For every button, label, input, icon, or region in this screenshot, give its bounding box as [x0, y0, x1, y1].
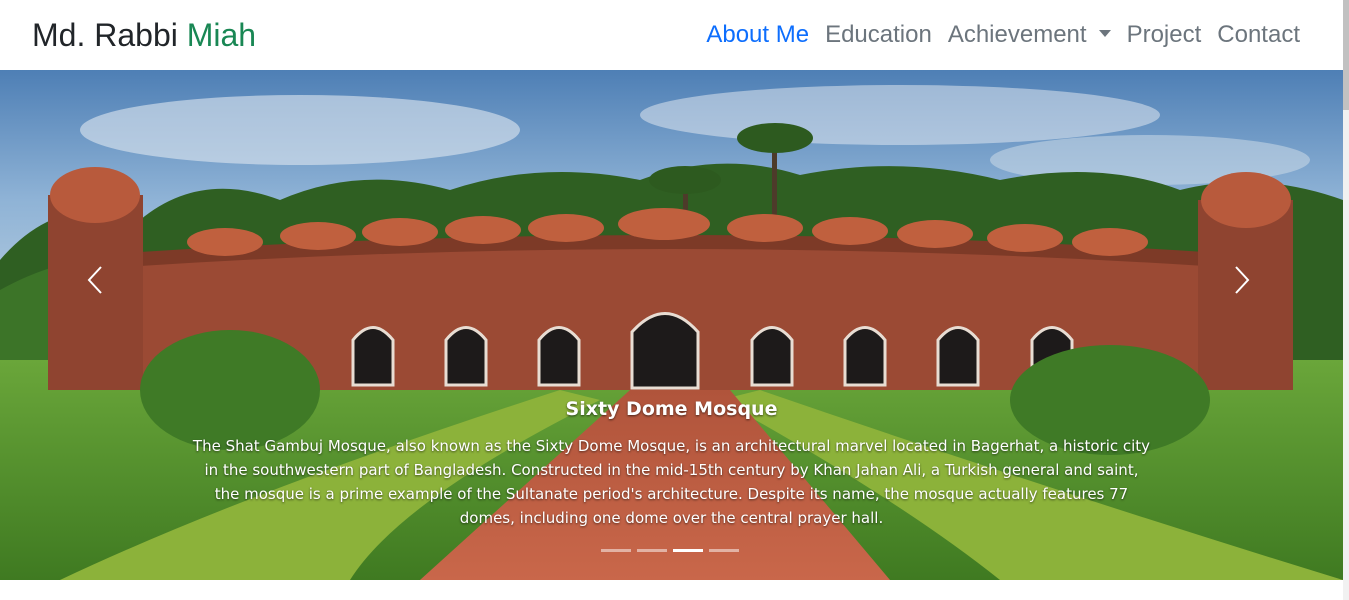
brand-name[interactable]: Md. Rabbi Miah	[32, 14, 256, 56]
carousel-indicator-4[interactable]	[709, 549, 739, 552]
carousel-indicator-2[interactable]	[637, 549, 667, 552]
brand-last-name: Miah	[186, 17, 257, 53]
nav-menu: About Me Education Achievement Project C…	[690, 18, 1300, 52]
nav-achievement-label: Achievement	[947, 21, 1087, 48]
chevron-right-icon	[1235, 266, 1250, 294]
nav-achievement-dropdown[interactable]: Achievement	[948, 18, 1111, 52]
carousel-indicator-3[interactable]	[673, 549, 703, 552]
navbar: Md. Rabbi Miah About Me Education Achiev…	[0, 0, 1343, 70]
carousel-indicators	[601, 549, 745, 552]
scrollbar-thumb[interactable]	[1343, 0, 1349, 110]
chevron-left-icon	[87, 266, 102, 294]
caret-down-icon	[1098, 30, 1111, 38]
carousel-prev-button[interactable]	[80, 250, 110, 310]
hero-carousel: Sixty Dome Mosque The Shat Gambuj Mosque…	[0, 70, 1343, 580]
caption-title: Sixty Dome Mosque	[565, 398, 778, 420]
carousel-next-button[interactable]	[1227, 250, 1257, 310]
nav-project[interactable]: Project	[1127, 18, 1202, 52]
page-scrollbar[interactable]	[1343, 0, 1349, 600]
brand-first-name: Md. Rabbi	[32, 17, 178, 53]
nav-about-me[interactable]: About Me	[706, 18, 809, 52]
caption-text: The Shat Gambuj Mosque, also known as th…	[192, 437, 1151, 527]
nav-education[interactable]: Education	[825, 18, 932, 52]
nav-contact[interactable]: Contact	[1217, 18, 1300, 52]
carousel-caption: Sixty Dome Mosque The Shat Gambuj Mosque…	[190, 396, 1153, 530]
carousel-indicator-1[interactable]	[601, 549, 631, 552]
